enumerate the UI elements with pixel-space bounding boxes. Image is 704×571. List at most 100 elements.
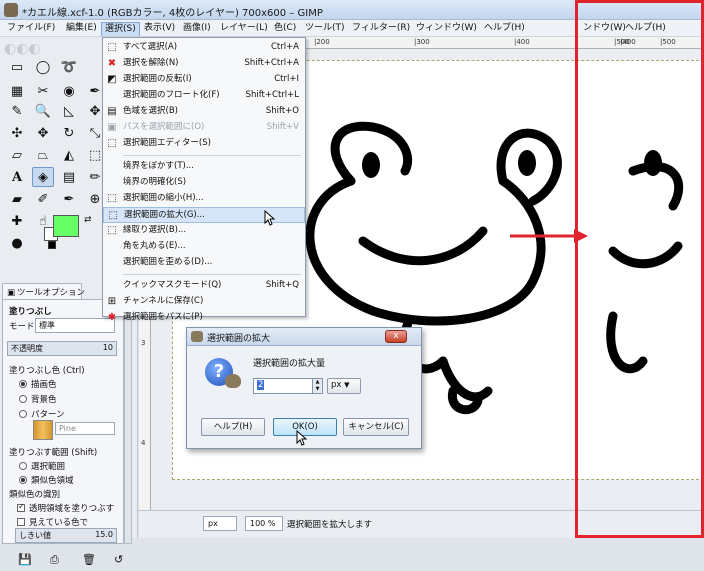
menu-layer[interactable]: レイヤー(L) — [217, 22, 271, 36]
help-button[interactable]: ヘルプ(H) — [201, 418, 265, 436]
menu-edit[interactable]: 編集(E) — [63, 22, 100, 36]
ellipse-select-tool-icon[interactable]: ◯ — [32, 57, 54, 77]
menu-item-save-channel[interactable]: ⊞ チャンネルに保存(C) — [103, 294, 305, 310]
menu-item-sharpen[interactable]: 境界の明確化(S) — [103, 175, 305, 191]
finding-label: 類似色の識別 — [9, 490, 61, 500]
text-tool-icon[interactable]: A — [6, 167, 28, 187]
menu-item-by-color[interactable]: ▤ 色域を選択(B) Shift+O — [103, 104, 305, 120]
menu-image[interactable]: 画像(I) — [180, 22, 214, 36]
grow-amount-spinner[interactable]: ▲ ▼ — [313, 378, 323, 394]
eraser-tool-icon[interactable]: ▰ — [6, 189, 28, 209]
dialog-close-button[interactable]: x — [385, 330, 407, 343]
area-similar[interactable]: 類似色領域 — [19, 474, 74, 486]
menu-item-float[interactable]: 選択範囲のフロート化(F) Shift+Ctrl+L — [103, 88, 305, 104]
unit-dropdown[interactable]: px ▼ — [327, 378, 361, 394]
pattern-radio[interactable] — [19, 410, 27, 418]
rotate-tool-icon[interactable]: ↻ — [58, 123, 80, 143]
dialog-title-bar[interactable]: 選択範囲の拡大 x — [187, 328, 421, 346]
unit-dropdown-label: px — [331, 380, 342, 390]
color-select-tool-icon[interactable]: ▦ — [6, 81, 28, 101]
menu-item-distort[interactable]: 選択範囲を歪める(D)... — [103, 255, 305, 271]
menu-item-editor[interactable]: ⬚ 選択範囲エディター(S) — [103, 136, 305, 152]
grow-amount-input[interactable]: 2 — [253, 378, 313, 394]
reset-options-icon[interactable]: ↺ — [114, 553, 128, 566]
mode-select[interactable]: 標準 — [35, 318, 115, 333]
menu-tools[interactable]: ツール(T) — [302, 22, 348, 36]
fill-type-pattern[interactable]: パターン — [19, 408, 65, 420]
menu-item-shrink[interactable]: ⬚ 選択範囲の縮小(H)... — [103, 191, 305, 207]
menu-view[interactable]: 表示(V) — [141, 22, 178, 36]
align-tool-icon[interactable]: ✣ — [6, 123, 28, 143]
scissors-tool-icon[interactable]: ✂ — [32, 81, 54, 101]
free-select-tool-icon[interactable]: ➰ — [58, 57, 80, 77]
flip-tool-icon[interactable]: ◭ — [58, 145, 80, 165]
menu-item-rounded[interactable]: 角を丸める(E)... — [103, 239, 305, 255]
transparent-option[interactable]: 透明領域を塗りつぶす — [17, 502, 114, 514]
bg-radio[interactable] — [19, 395, 27, 403]
save-options-icon[interactable]: 💾 — [18, 553, 32, 566]
menu-item-feather[interactable]: 境界をぼかす(T)... — [103, 159, 305, 175]
delete-options-icon[interactable]: 🗑 — [82, 553, 96, 566]
menu-windows[interactable]: ウィンドウ(W) — [413, 22, 480, 36]
default-colors-icon[interactable] — [48, 241, 56, 249]
menu-select[interactable]: 選択(S) — [101, 22, 140, 36]
zoom-select[interactable]: 100 % — [245, 516, 283, 531]
fill-type-fg[interactable]: 描画色 — [19, 378, 57, 390]
area-selection-radio[interactable] — [19, 462, 27, 470]
wilber-icon — [225, 374, 241, 388]
menu-item-quickmask[interactable]: クイックマスクモード(Q) Shift+Q — [103, 278, 305, 294]
sample-merged-label: 見えている色で — [29, 518, 89, 528]
wilber-logo: ◐◐◐ — [4, 41, 41, 57]
ink-tool-icon[interactable]: ✒ — [58, 189, 80, 209]
bucket-fill-tool-icon[interactable]: ◈ — [32, 167, 54, 187]
menu-filters[interactable]: フィルター(R) — [349, 22, 413, 36]
foreground-select-tool-icon[interactable]: ◉ — [58, 81, 80, 101]
pattern-preview[interactable] — [33, 420, 53, 440]
area-selection[interactable]: 選択範囲 — [19, 460, 65, 472]
editor-icon: ⬚ — [107, 138, 117, 149]
sample-merged-option[interactable]: 見えている色で — [17, 516, 88, 528]
airbrush-tool-icon[interactable]: ✐ — [32, 189, 54, 209]
menu-item-select-all[interactable]: ⬚ すべて選択(A) Ctrl+A — [103, 40, 305, 56]
ruler-tick: |300 — [414, 38, 430, 46]
menu-item-to-path[interactable]: ✱ 選択範囲をパスに(P) — [103, 310, 305, 323]
menu-file[interactable]: ファイル(F) — [4, 22, 58, 36]
transparent-checkbox[interactable] — [17, 502, 25, 512]
fill-type-bg[interactable]: 背景色 — [19, 393, 57, 405]
perspective-tool-icon[interactable]: ⏢ — [32, 145, 54, 165]
menu-item-select-none[interactable]: ✖ 選択を解除(N) Shift+Ctrl+A — [103, 56, 305, 72]
restore-options-icon[interactable]: ⎙ — [50, 553, 64, 566]
swap-colors-icon[interactable]: ⇄ — [84, 215, 92, 225]
fg-radio[interactable] — [19, 380, 27, 388]
foreground-color-swatch[interactable] — [53, 215, 79, 237]
opacity-slider[interactable]: 不透明度 10 — [7, 341, 117, 356]
zoom-tool-icon[interactable]: 🔍 — [32, 101, 54, 121]
shear-tool-icon[interactable]: ▱ — [6, 145, 28, 165]
mouse-cursor-icon — [296, 430, 308, 446]
select-all-icon: ⬚ — [107, 42, 117, 53]
measure-tool-icon[interactable]: ◺ — [58, 101, 80, 121]
menu-help[interactable]: ヘルプ(H) — [481, 22, 528, 36]
grow-icon: ⬚ — [108, 210, 118, 221]
fill-type-pattern-label: パターン — [31, 410, 65, 420]
menu-item-invert[interactable]: ◩ 選択範囲の反転(I) Ctrl+I — [103, 72, 305, 88]
dodge-burn-tool-icon[interactable]: ● — [6, 233, 28, 253]
area-similar-radio[interactable] — [19, 476, 27, 484]
cancel-button[interactable]: キャンセル(C) — [343, 418, 409, 436]
tool-options-scrollbar[interactable] — [124, 299, 132, 544]
crop-tool-icon[interactable]: ✥ — [32, 123, 54, 143]
threshold-slider[interactable]: しきい値 15.0 — [15, 528, 117, 543]
menu-colors[interactable]: 色(C) — [271, 22, 299, 36]
heal-tool-icon[interactable]: ✚ — [6, 211, 28, 231]
rect-select-tool-icon[interactable]: ▭ — [6, 57, 28, 77]
tab-tool-options[interactable]: ▣ ツールオプション — [2, 283, 85, 299]
sample-merged-checkbox[interactable] — [17, 518, 25, 526]
gimp-app-icon — [4, 3, 18, 17]
invert-icon: ◩ — [107, 74, 117, 85]
dialog-heading: 選択範囲の拡大量 — [253, 359, 326, 369]
unit-select[interactable]: px — [203, 516, 237, 531]
blend-tool-icon[interactable]: ▤ — [58, 167, 80, 187]
mouse-cursor-icon — [264, 210, 276, 226]
transparent-label: 透明領域を塗りつぶす — [29, 504, 115, 514]
pick-color-tool-icon[interactable]: ✎ — [6, 101, 28, 121]
